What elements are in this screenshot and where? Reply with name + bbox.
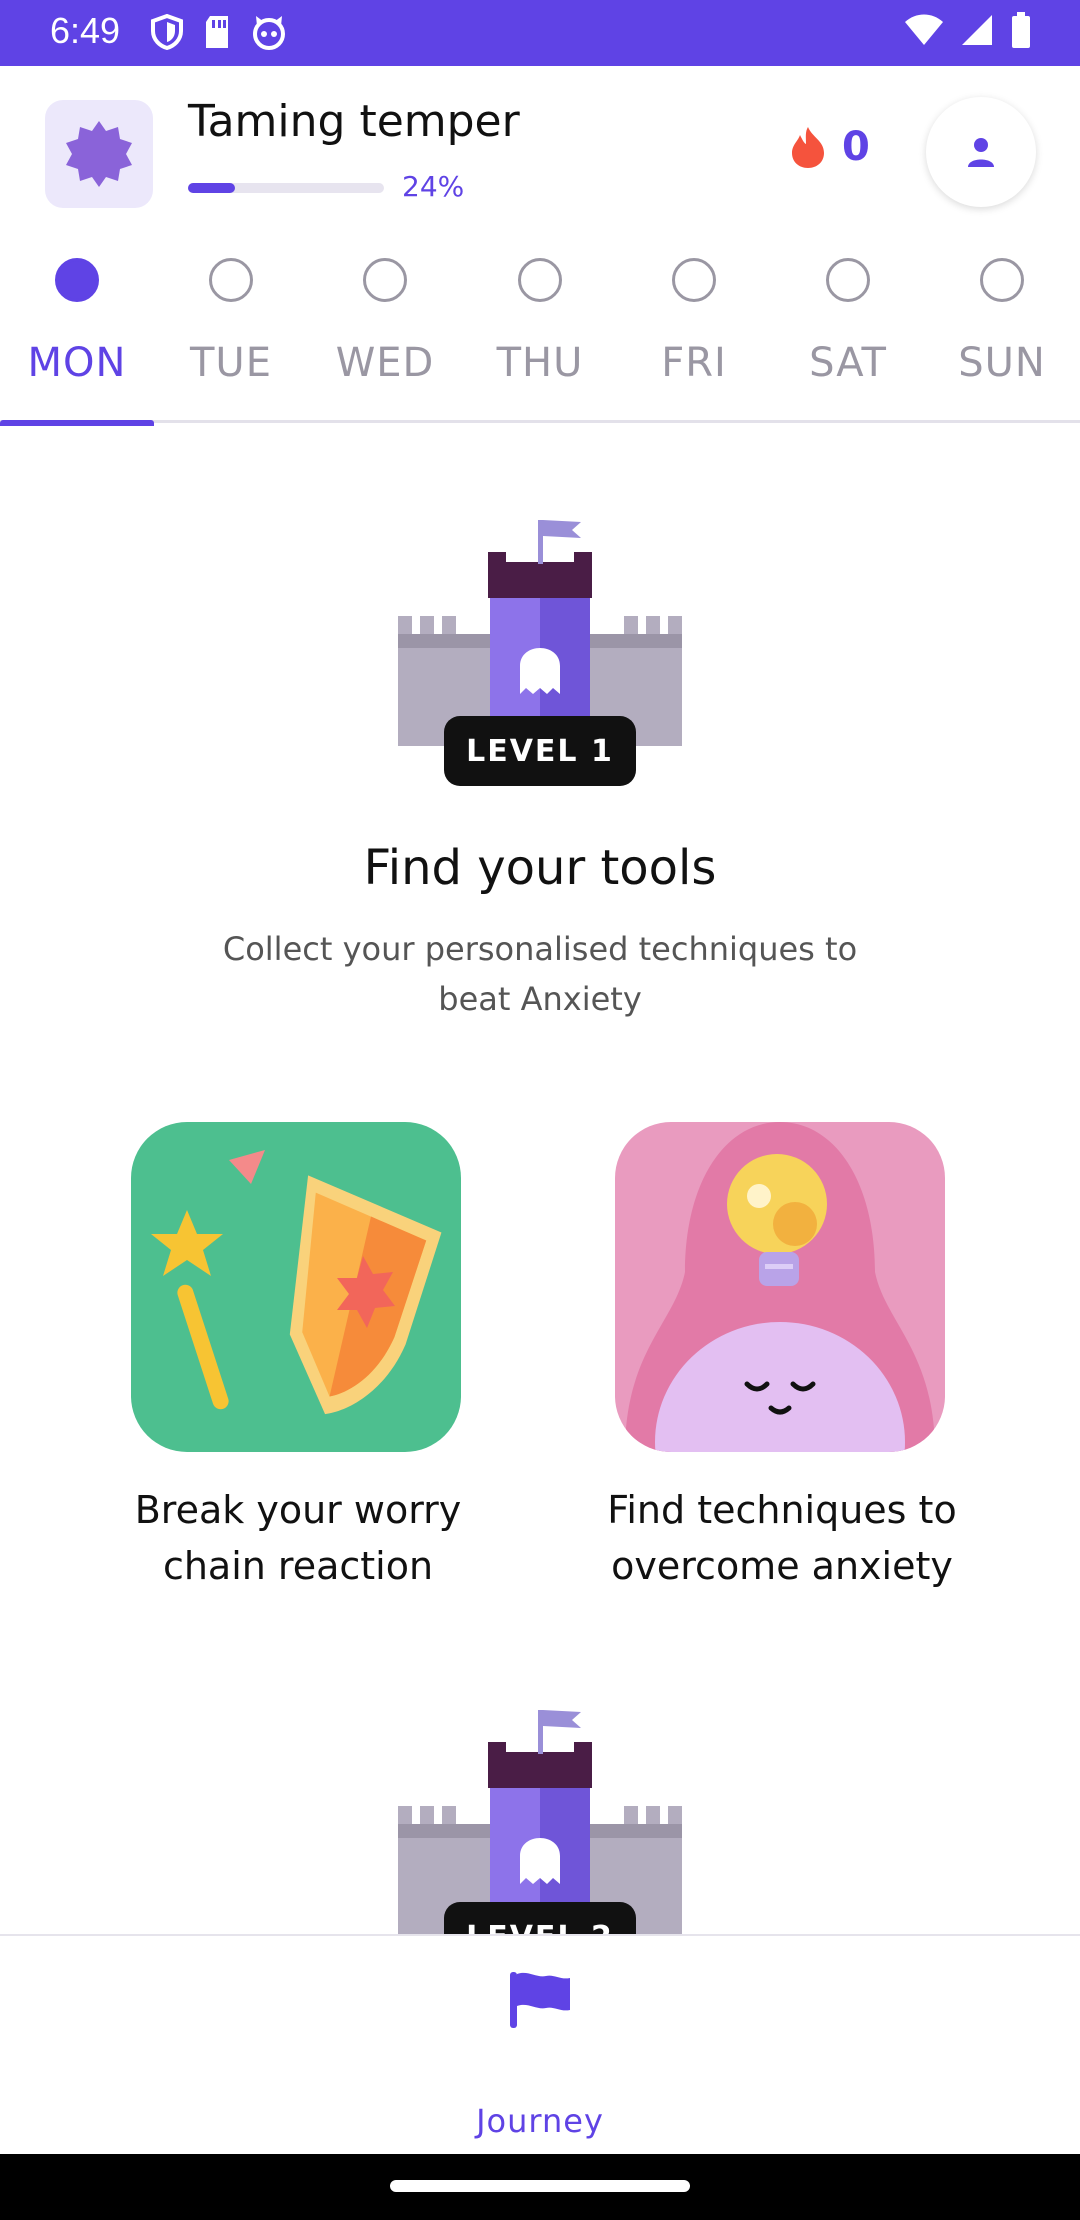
wand-shield-illustration	[131, 1122, 461, 1452]
course-progress-fill	[188, 183, 236, 193]
sd-card-icon	[206, 16, 228, 48]
badge-icon	[66, 121, 132, 187]
day-status-dot	[826, 258, 870, 302]
level-title: Find your tools	[363, 840, 717, 896]
day-status-dot	[672, 258, 716, 302]
course-title: Taming temper	[188, 96, 520, 147]
course-progress-label: 24%	[402, 170, 465, 203]
day-status-dot	[55, 258, 99, 302]
streak-counter[interactable]: 0	[790, 124, 870, 170]
flag-icon	[510, 1972, 570, 2028]
day-label: SAT	[809, 340, 887, 386]
day-label: TUE	[190, 340, 272, 386]
streak-count: 0	[842, 124, 870, 170]
level-badge: LEVEL 2	[444, 1902, 636, 1934]
shield-icon	[151, 14, 183, 50]
profile-button[interactable]	[926, 97, 1036, 207]
tab-thu[interactable]: THU	[463, 248, 617, 423]
person-icon	[968, 138, 994, 167]
status-bar: 6:49	[0, 0, 1080, 66]
day-status-dot	[980, 258, 1024, 302]
flame-icon	[792, 127, 824, 168]
tab-sat[interactable]: SAT	[771, 248, 925, 423]
castle-icon	[398, 520, 682, 746]
cat-face-icon	[253, 16, 285, 50]
day-status-dot	[363, 258, 407, 302]
tab-wed[interactable]: WED	[308, 248, 462, 423]
day-status-dot	[209, 258, 253, 302]
activity-card-caption: Find techniques to overcome anxiety	[607, 1488, 957, 1588]
castle-icon	[398, 1710, 682, 1934]
course-progress-bar	[188, 183, 384, 193]
day-tabs: MON TUE WED THU FRI SAT SUN	[0, 248, 1080, 426]
nav-label: Journey	[476, 2102, 604, 2140]
bottom-navigation: Journey	[0, 1934, 1080, 2154]
status-icons-right	[904, 12, 1032, 48]
level-subtitle: Collect your personalised techniques to …	[222, 930, 858, 1018]
tab-tue[interactable]: TUE	[154, 248, 308, 423]
activity-card-caption: Break your worry chain reaction	[134, 1488, 462, 1588]
lightbulb-head-illustration	[615, 1122, 945, 1452]
tab-mon[interactable]: MON	[0, 248, 154, 426]
home-gesture-handle[interactable]	[390, 2180, 690, 2192]
journey-content: LEVEL 1 Find your tools Collect your per…	[0, 426, 1080, 1934]
status-time: 6:49	[50, 10, 121, 51]
nav-item-journey[interactable]: Journey	[440, 1966, 640, 2140]
day-label: SUN	[958, 340, 1046, 386]
day-label: THU	[496, 340, 584, 386]
day-status-dot	[518, 258, 562, 302]
tab-fri[interactable]: FRI	[617, 248, 771, 423]
status-icons-left	[150, 14, 288, 50]
wifi-icon	[905, 14, 943, 45]
course-header: Taming temper 24% 0	[0, 66, 1080, 226]
day-label: WED	[335, 340, 435, 386]
level-badge: LEVEL 1	[444, 716, 636, 786]
level-1-castle[interactable]: LEVEL 1	[398, 516, 682, 786]
level-2-castle[interactable]: LEVEL 2	[398, 1706, 682, 1934]
tab-sun[interactable]: SUN	[925, 248, 1079, 423]
system-navigation-bar	[0, 2154, 1080, 2220]
battery-icon	[1012, 12, 1030, 48]
day-label: MON	[27, 340, 127, 386]
day-label: FRI	[661, 340, 727, 386]
signal-icon	[962, 15, 992, 45]
course-thumbnail[interactable]	[45, 100, 153, 208]
